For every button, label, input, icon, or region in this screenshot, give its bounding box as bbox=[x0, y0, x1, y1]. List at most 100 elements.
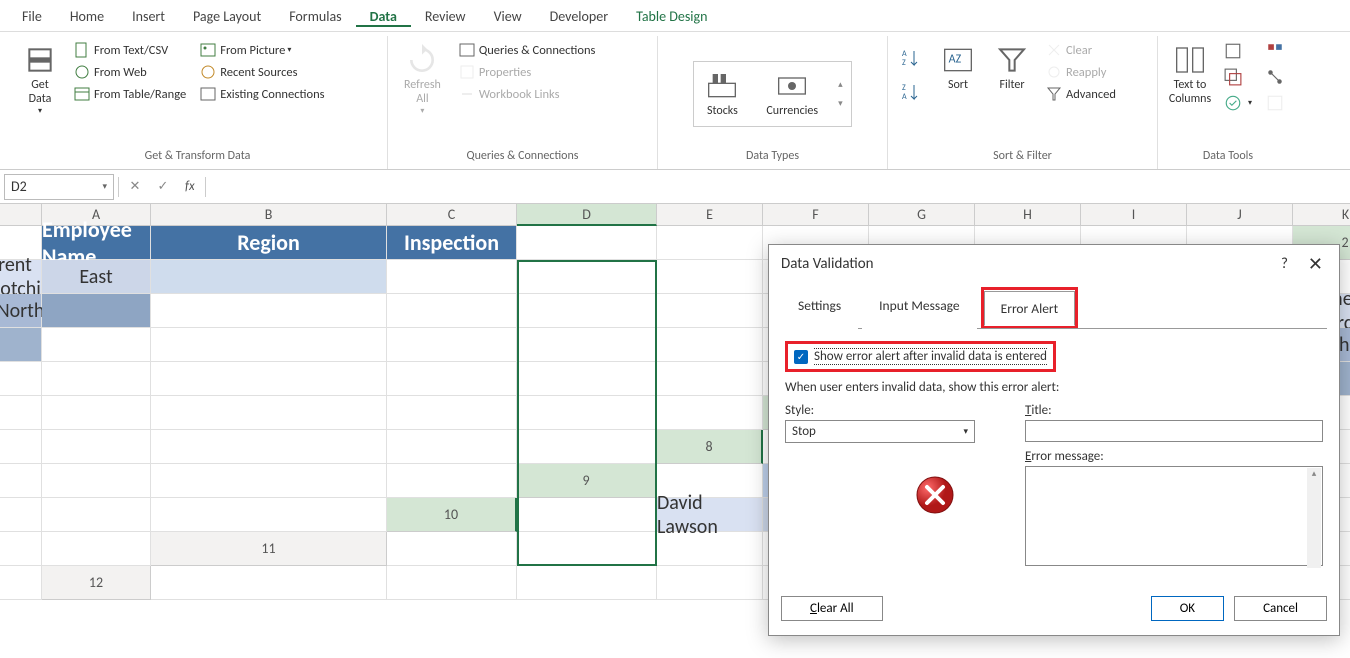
empty-cell[interactable] bbox=[0, 464, 42, 498]
empty-cell[interactable] bbox=[42, 362, 151, 396]
reapply-button[interactable]: Reapply bbox=[1042, 62, 1120, 82]
cancel-formula-button[interactable]: ✕ bbox=[123, 179, 147, 194]
table-cell[interactable] bbox=[42, 294, 151, 328]
empty-cell[interactable] bbox=[387, 396, 517, 430]
empty-cell[interactable] bbox=[657, 362, 763, 396]
menu-view[interactable]: View bbox=[480, 4, 536, 27]
chevron-down-icon[interactable]: ▾ bbox=[838, 98, 843, 109]
flash-fill-button[interactable] bbox=[1220, 40, 1256, 62]
empty-cell[interactable] bbox=[517, 430, 657, 464]
empty-cell[interactable] bbox=[387, 328, 517, 362]
col-header-I[interactable]: I bbox=[1081, 204, 1187, 226]
empty-cell[interactable] bbox=[517, 396, 657, 430]
data-model-button[interactable] bbox=[1262, 92, 1292, 114]
empty-cell[interactable] bbox=[42, 532, 151, 566]
col-header-H[interactable]: H bbox=[975, 204, 1081, 226]
empty-cell[interactable] bbox=[387, 532, 517, 566]
col-header-C[interactable]: C bbox=[387, 204, 517, 226]
stocks-button[interactable]: Stocks bbox=[698, 66, 746, 122]
relationships-button[interactable] bbox=[1262, 66, 1292, 88]
from-picture-button[interactable]: From Picture ▾ bbox=[196, 40, 328, 60]
empty-cell[interactable] bbox=[0, 362, 42, 396]
sort-za-button[interactable]: ZA bbox=[896, 80, 928, 104]
menu-developer[interactable]: Developer bbox=[536, 4, 622, 27]
from-table-button[interactable]: From Table/Range bbox=[70, 84, 190, 104]
get-data-button[interactable]: Get Data ▾ bbox=[16, 40, 64, 120]
name-box[interactable]: D2▾ bbox=[4, 174, 114, 200]
empty-cell[interactable] bbox=[151, 328, 387, 362]
empty-cell[interactable] bbox=[517, 294, 657, 328]
empty-cell[interactable] bbox=[42, 498, 151, 532]
empty-cell[interactable] bbox=[151, 430, 387, 464]
from-text-csv-button[interactable]: From Text/CSV bbox=[70, 40, 190, 60]
empty-cell[interactable] bbox=[42, 328, 151, 362]
consolidate-button[interactable] bbox=[1262, 40, 1292, 62]
menu-formulas[interactable]: Formulas bbox=[275, 4, 355, 27]
empty-cell[interactable] bbox=[657, 532, 763, 566]
empty-cell[interactable] bbox=[0, 396, 42, 430]
cancel-button[interactable]: Cancel bbox=[1234, 596, 1327, 621]
menu-insert[interactable]: Insert bbox=[118, 4, 179, 27]
empty-cell[interactable] bbox=[517, 260, 657, 294]
col-header-E[interactable]: E bbox=[657, 204, 763, 226]
filter-button[interactable]: Filter bbox=[988, 40, 1036, 96]
scrollbar[interactable]: ▴ bbox=[1307, 468, 1321, 568]
table-header[interactable]: Employee Name bbox=[42, 226, 151, 260]
table-header[interactable]: Inspection bbox=[387, 226, 517, 260]
menu-pagelayout[interactable]: Page Layout bbox=[179, 4, 275, 27]
empty-cell[interactable] bbox=[517, 362, 657, 396]
refresh-all-button[interactable]: Refresh All ▾ bbox=[396, 40, 449, 120]
table-header[interactable]: Region bbox=[151, 226, 387, 260]
close-button[interactable]: ✕ bbox=[1304, 253, 1327, 275]
table-cell[interactable]: Trent Cotchin bbox=[0, 260, 42, 294]
style-dropdown[interactable]: Stop▾ bbox=[785, 420, 975, 443]
empty-cell[interactable] bbox=[0, 532, 42, 566]
from-web-button[interactable]: From Web bbox=[70, 62, 190, 82]
workbook-links-button[interactable]: Workbook Links bbox=[455, 84, 600, 104]
empty-cell[interactable] bbox=[0, 566, 42, 600]
empty-cell[interactable] bbox=[387, 294, 517, 328]
empty-cell[interactable] bbox=[151, 464, 387, 498]
data-validation-button[interactable]: ▾ bbox=[1220, 92, 1256, 114]
col-header-G[interactable]: G bbox=[869, 204, 975, 226]
empty-cell[interactable] bbox=[517, 566, 657, 600]
text-to-columns-button[interactable]: Text to Columns bbox=[1166, 40, 1214, 110]
empty-cell[interactable] bbox=[387, 464, 517, 498]
accept-formula-button[interactable]: ✓ bbox=[151, 179, 175, 194]
empty-cell[interactable] bbox=[0, 498, 42, 532]
empty-cell[interactable] bbox=[657, 294, 763, 328]
menu-home[interactable]: Home bbox=[56, 4, 118, 27]
remove-dup-button[interactable] bbox=[1220, 66, 1256, 88]
table-cell[interactable] bbox=[0, 328, 42, 362]
row-header-10[interactable]: 10 bbox=[387, 498, 517, 532]
empty-cell[interactable] bbox=[151, 294, 387, 328]
empty-cell[interactable] bbox=[387, 566, 517, 600]
empty-cell[interactable] bbox=[657, 260, 763, 294]
row-header-11[interactable]: 11 bbox=[151, 532, 387, 566]
error-message-textarea[interactable] bbox=[1025, 466, 1323, 566]
menu-review[interactable]: Review bbox=[411, 4, 480, 27]
table-cell[interactable]: David Lawson bbox=[657, 498, 763, 532]
empty-cell[interactable] bbox=[151, 566, 387, 600]
sort-az-button[interactable]: AZ bbox=[896, 46, 928, 70]
empty-cell[interactable] bbox=[387, 362, 517, 396]
empty-cell[interactable] bbox=[657, 396, 763, 430]
empty-cell[interactable] bbox=[517, 226, 657, 260]
menu-tabledesign[interactable]: Table Design bbox=[622, 4, 721, 27]
fx-icon[interactable]: fx bbox=[179, 179, 201, 194]
col-header-F[interactable]: F bbox=[763, 204, 869, 226]
row-header-9[interactable]: 9 bbox=[517, 464, 657, 498]
empty-cell[interactable] bbox=[657, 328, 763, 362]
empty-cell[interactable] bbox=[151, 498, 387, 532]
show-error-checkbox[interactable]: ✓ bbox=[794, 350, 808, 364]
empty-cell[interactable] bbox=[517, 532, 657, 566]
dialog-titlebar[interactable]: Data Validation ? ✕ bbox=[769, 245, 1339, 283]
empty-cell[interactable] bbox=[657, 226, 763, 260]
tab-settings[interactable]: Settings bbox=[781, 288, 858, 329]
empty-cell[interactable] bbox=[151, 362, 387, 396]
col-header-B[interactable]: B bbox=[151, 204, 387, 226]
table-cell[interactable]: North bbox=[0, 294, 42, 328]
help-button[interactable]: ? bbox=[1281, 255, 1288, 273]
col-header-J[interactable]: J bbox=[1187, 204, 1293, 226]
col-header-K[interactable]: K bbox=[1293, 204, 1350, 226]
